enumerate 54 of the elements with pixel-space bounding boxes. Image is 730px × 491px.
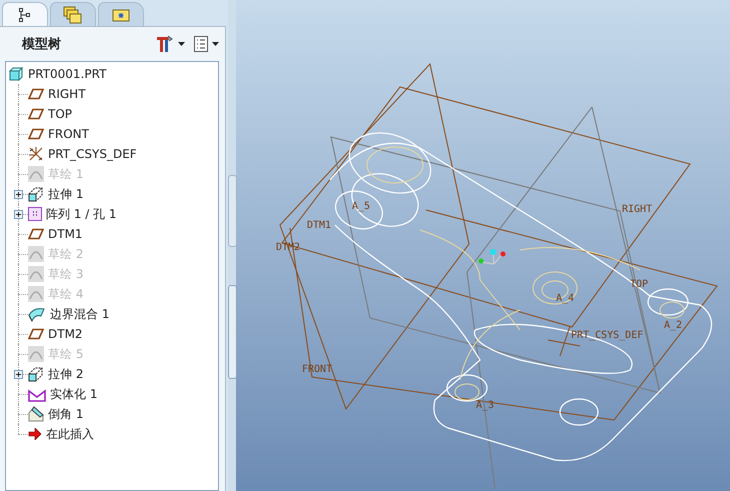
tree-item[interactable]: TOP — [28, 107, 72, 121]
extrude-icon — [28, 366, 44, 382]
pattern-icon — [28, 207, 42, 221]
sketch-icon — [28, 166, 44, 182]
tree-item[interactable]: 倒角 1 — [28, 406, 84, 422]
expand-icon[interactable] — [14, 210, 23, 219]
tree-item[interactable]: 边界混合 1 — [28, 306, 110, 322]
cube-icon — [9, 67, 23, 81]
sketch-icon — [28, 286, 44, 302]
tree-item[interactable]: 在此插入 — [28, 426, 94, 442]
tree-item[interactable]: PRT_CSYS_DEF — [28, 146, 137, 162]
coordinate-system-icon — [28, 146, 44, 162]
settings-button[interactable] — [155, 34, 185, 54]
tools-icon — [155, 34, 175, 54]
expand-icon[interactable] — [14, 370, 23, 379]
panel-tab[interactable] — [2, 2, 48, 26]
expand-icon[interactable] — [14, 190, 23, 199]
sketch-icon — [28, 346, 44, 362]
datum-label: A_2 — [664, 320, 682, 331]
axis-triad-icon — [478, 249, 506, 265]
tree-item[interactable]: DTM1 — [28, 227, 83, 241]
datum-plane-icon — [28, 108, 44, 120]
tree-item[interactable]: FRONT — [28, 127, 89, 141]
caret-icon — [178, 42, 185, 46]
list-icon — [193, 35, 209, 53]
datum-label: DTM1 — [307, 220, 332, 231]
tree-item[interactable]: RIGHT — [28, 87, 86, 101]
tree-item[interactable]: 阵列 1 / 孔 1 — [28, 206, 117, 222]
datum-label: A_5 — [352, 201, 370, 212]
datum-plane-icon — [28, 228, 44, 240]
datum-plane-icon — [28, 88, 44, 100]
sketch-icon — [28, 266, 44, 282]
datum-label: RIGHT — [622, 204, 652, 215]
tree-structure-icon — [18, 6, 32, 22]
tree-item[interactable]: 拉伸 2 — [28, 366, 84, 382]
extrude-icon — [28, 186, 44, 202]
tree-item[interactable]: 实体化 1 — [28, 386, 98, 402]
stacked-folders-icon — [63, 6, 83, 24]
caret-icon — [212, 42, 219, 46]
tree-item[interactable]: 拉伸 1 — [28, 186, 84, 202]
datum-plane-icon — [28, 128, 44, 140]
sash-handle[interactable] — [228, 175, 237, 247]
datum-label: A_3 — [476, 400, 494, 411]
show-button[interactable] — [193, 34, 219, 54]
sash-handle[interactable] — [228, 285, 237, 379]
tree-item[interactable]: PRT0001.PRT — [6, 64, 218, 84]
surface-blend-icon — [28, 306, 46, 322]
panel-title: 模型树 — [22, 36, 61, 53]
datum-label: A_4 — [556, 293, 574, 304]
tree-item[interactable]: DTM2 — [28, 327, 83, 341]
arrow-icon — [28, 428, 42, 440]
datum-plane-icon — [28, 328, 44, 340]
chamfer-icon — [28, 406, 44, 422]
sketch-icon — [28, 246, 44, 262]
